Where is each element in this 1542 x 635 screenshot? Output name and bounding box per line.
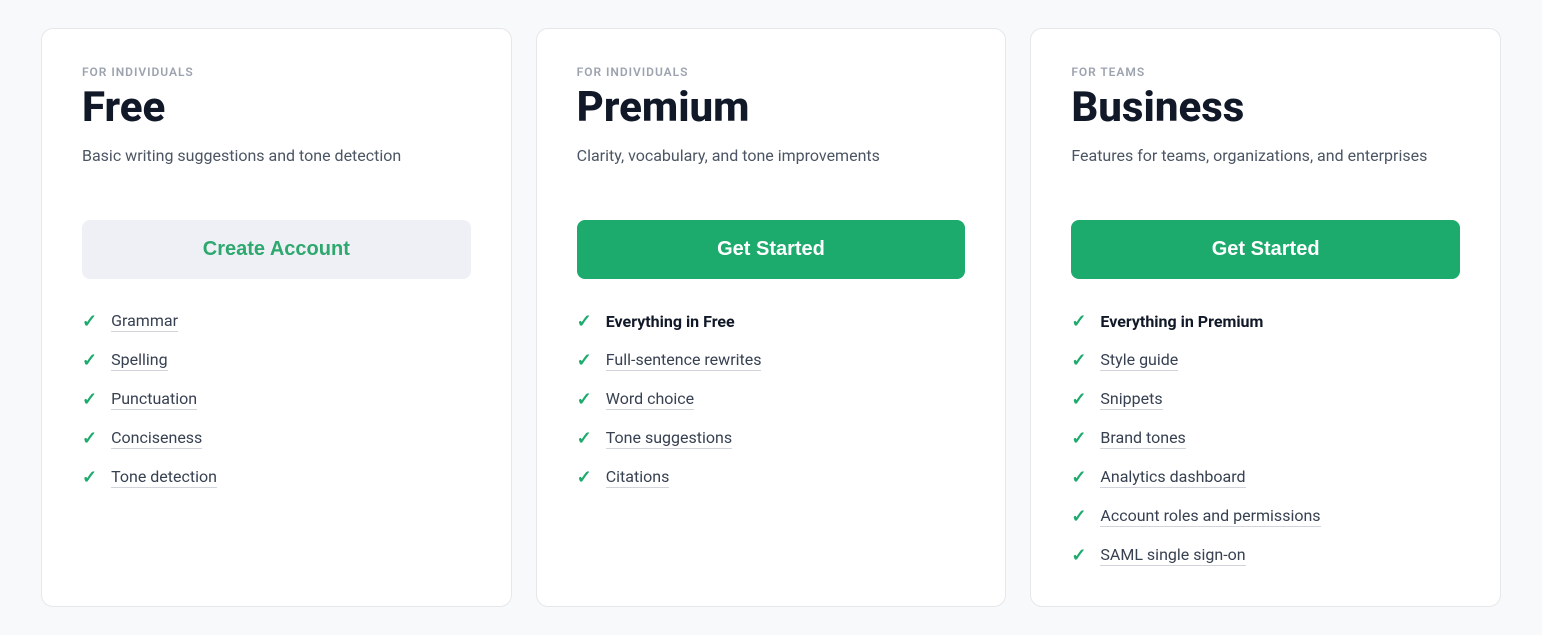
feature-item: ✓ Grammar: [82, 311, 471, 332]
business-cta-button[interactable]: Get Started: [1071, 220, 1460, 279]
plan-description: Basic writing suggestions and tone detec…: [82, 144, 471, 192]
check-icon: ✓: [82, 311, 97, 332]
check-icon: ✓: [1071, 311, 1086, 332]
check-icon: ✓: [577, 389, 592, 410]
free-cta-button[interactable]: Create Account: [82, 220, 471, 279]
feature-item: ✓ Word choice: [577, 389, 966, 410]
check-icon: ✓: [82, 389, 97, 410]
feature-item: ✓ Brand tones: [1071, 428, 1460, 449]
feature-item: ✓ Conciseness: [82, 428, 471, 449]
check-icon: ✓: [82, 350, 97, 371]
check-icon: ✓: [577, 311, 592, 332]
feature-text: Everything in Free: [606, 312, 735, 331]
check-icon: ✓: [1071, 389, 1086, 410]
premium-cta-button[interactable]: Get Started: [577, 220, 966, 279]
check-icon: ✓: [82, 467, 97, 488]
check-icon: ✓: [577, 428, 592, 449]
feature-text: Brand tones: [1100, 428, 1185, 449]
features-list: ✓ Everything in Free ✓ Full-sentence rewrit…: [577, 311, 966, 488]
check-icon: ✓: [1071, 545, 1086, 566]
plan-audience-label: FOR TEAMS: [1071, 65, 1460, 79]
feature-item: ✓ Spelling: [82, 350, 471, 371]
check-icon: ✓: [577, 467, 592, 488]
feature-text: Tone suggestions: [606, 428, 732, 449]
feature-item: ✓ SAML single sign-on: [1071, 545, 1460, 566]
feature-text: Full-sentence rewrites: [606, 350, 762, 371]
feature-item: ✓ Citations: [577, 467, 966, 488]
feature-item: ✓ Tone suggestions: [577, 428, 966, 449]
feature-item: ✓ Everything in Free: [577, 311, 966, 332]
pricing-card-business: FOR TEAMS Business Features for teams, org…: [1030, 28, 1501, 606]
check-icon: ✓: [577, 350, 592, 371]
feature-item: ✓ Account roles and permissions: [1071, 506, 1460, 527]
feature-text: Account roles and permissions: [1100, 506, 1320, 527]
pricing-card-premium: FOR INDIVIDUALS Premium Clarity, vocabular…: [536, 28, 1007, 606]
plan-description: Clarity, vocabulary, and tone improvemen…: [577, 144, 966, 192]
plan-name: Business: [1071, 85, 1460, 131]
feature-item: ✓ Punctuation: [82, 389, 471, 410]
feature-item: ✓ Full-sentence rewrites: [577, 350, 966, 371]
plan-audience-label: FOR INDIVIDUALS: [577, 65, 966, 79]
feature-text: Word choice: [606, 389, 694, 410]
check-icon: ✓: [1071, 350, 1086, 371]
plan-description: Features for teams, organizations, and e…: [1071, 144, 1460, 192]
feature-text: Snippets: [1100, 389, 1162, 410]
check-icon: ✓: [1071, 428, 1086, 449]
check-icon: ✓: [1071, 506, 1086, 527]
feature-item: ✓ Everything in Premium: [1071, 311, 1460, 332]
check-icon: ✓: [1071, 467, 1086, 488]
feature-text: Spelling: [111, 350, 167, 371]
features-list: ✓ Everything in Premium ✓ Style guide ✓ Snipp…: [1071, 311, 1460, 566]
feature-text: Grammar: [111, 311, 178, 332]
plan-audience-label: FOR INDIVIDUALS: [82, 65, 471, 79]
feature-text: Tone detection: [111, 467, 217, 488]
feature-text: Citations: [606, 467, 670, 488]
feature-text: Style guide: [1100, 350, 1178, 371]
feature-text: Analytics dashboard: [1100, 467, 1245, 488]
check-icon: ✓: [82, 428, 97, 449]
feature-text: SAML single sign-on: [1100, 545, 1245, 566]
feature-text: Everything in Premium: [1100, 312, 1263, 331]
features-list: ✓ Grammar ✓ Spelling ✓ Punctuation ✓ Concisenes…: [82, 311, 471, 488]
feature-text: Punctuation: [111, 389, 197, 410]
pricing-card-free: FOR INDIVIDUALS Free Basic writing suggest…: [41, 28, 512, 606]
feature-item: ✓ Style guide: [1071, 350, 1460, 371]
plan-name: Free: [82, 85, 471, 131]
feature-item: ✓ Analytics dashboard: [1071, 467, 1460, 488]
plan-name: Premium: [577, 85, 966, 131]
pricing-container: FOR INDIVIDUALS Free Basic writing suggest…: [41, 28, 1501, 606]
feature-item: ✓ Tone detection: [82, 467, 471, 488]
feature-item: ✓ Snippets: [1071, 389, 1460, 410]
feature-text: Conciseness: [111, 428, 202, 449]
